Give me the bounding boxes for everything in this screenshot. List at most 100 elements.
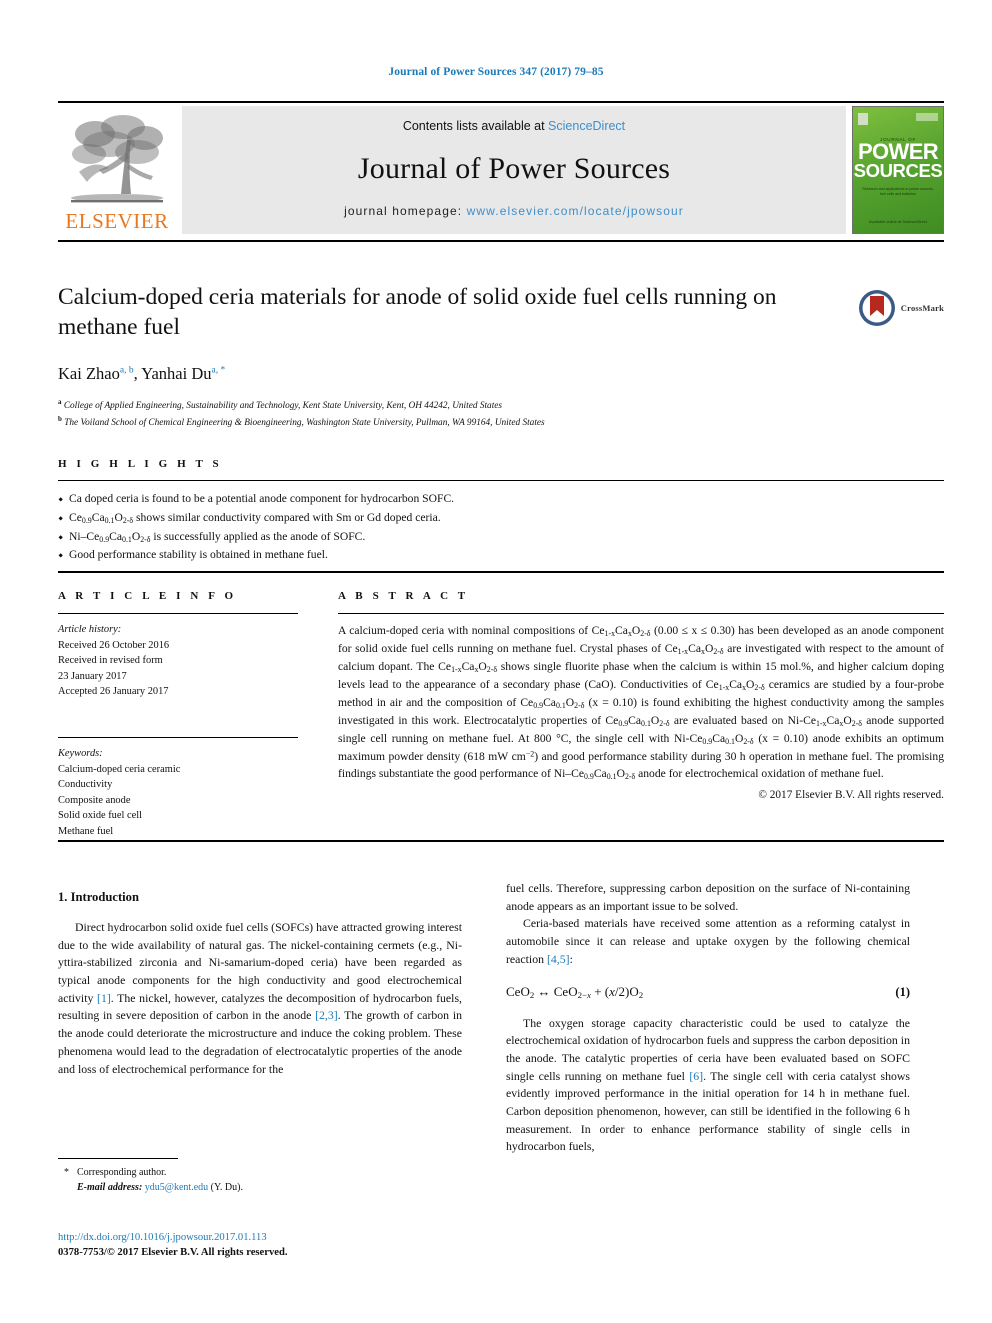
abstract-label: A B S T R A C T: [338, 590, 469, 602]
footnote-star: *: [64, 1167, 69, 1178]
intro-paragraph-3: The oxygen storage capacity characterist…: [506, 1015, 911, 1154]
elsevier-logo[interactable]: ELSEVIER: [58, 106, 176, 234]
doi-link[interactable]: http://dx.doi.org/10.1016/j.jpowsour.201…: [58, 1230, 558, 1245]
author-list: Kai Zhaoa, b, Yanhai Dua, *: [58, 364, 226, 384]
journal-article-page: Journal of Power Sources 347 (2017) 79–8…: [0, 0, 992, 1323]
equation-1-expression: CeO2 ↔ CeO2−x + (x/2)O2: [506, 984, 644, 1001]
highlight-item: Ni–Ce0.9Ca0.1O2-δ is successfully applie…: [58, 528, 944, 547]
issn-rights-line: 0378-7753/© 2017 Elsevier B.V. All right…: [58, 1247, 288, 1259]
article-history-label: Article history:: [58, 624, 122, 635]
abstract-copyright: © 2017 Elsevier B.V. All rights reserved…: [758, 789, 944, 802]
homepage-url[interactable]: www.elsevier.com/locate/jpowsour: [467, 204, 684, 218]
elsevier-tree-icon: [71, 115, 163, 203]
affiliation-text: College of Applied Engineering, Sustaina…: [63, 401, 503, 412]
contents-lists-line: Contents lists available at ScienceDirec…: [403, 119, 625, 133]
section-heading-introduction: 1. Introduction: [58, 890, 139, 904]
highlight-item: Ca doped ceria is found to be a potentia…: [58, 490, 944, 509]
intro-paragraph-continued: fuel cells. Therefore, suppressing carbo…: [506, 881, 910, 913]
keywords-block: Keywords: Calcium-doped ceria ceramic Co…: [58, 746, 298, 840]
reference-link-2-3[interactable]: [2,3]: [315, 1008, 338, 1022]
highlights-list: Ca doped ceria is found to be a potentia…: [58, 490, 944, 565]
journal-banner: ELSEVIER Contents lists available at Sci…: [58, 106, 944, 234]
intro-paragraph-2: Ceria-based materials have received some…: [506, 916, 910, 966]
cover-issn-block: [916, 113, 938, 121]
intro-paragraph-1: Direct hydrocarbon solid oxide fuel cell…: [58, 920, 463, 1076]
highlights-label: H I G H L I G H T S: [58, 458, 223, 470]
cover-title: POWER SOURCES: [853, 139, 943, 182]
keywords-rule: [58, 737, 298, 739]
equation-1-number: (1): [895, 985, 910, 1000]
keyword-item: Conductivity: [58, 779, 113, 791]
article-info-section: A R T I C L E I N F O Article history: R…: [58, 590, 298, 840]
keyword-item: Calcium-doped ceria ceramic: [58, 763, 181, 775]
cover-title-line1: POWER: [857, 139, 939, 164]
cover-subtitle: Research and applications in power sourc…: [862, 187, 934, 197]
cover-footer: Available online at ScienceDirect: [868, 219, 928, 225]
keyword-item: Methane fuel: [58, 826, 114, 838]
reference-link-6[interactable]: [6]: [689, 1069, 703, 1083]
running-head: Journal of Power Sources 347 (2017) 79–8…: [388, 66, 604, 78]
article-info-label: A R T I C L E I N F O: [58, 590, 237, 602]
affiliation-mark: a: [58, 398, 62, 407]
reference-link-1[interactable]: [1]: [97, 991, 111, 1005]
history-item: Received 26 October 2016: [58, 639, 170, 651]
contents-prefix: Contents lists available at: [402, 119, 549, 133]
journal-title: Journal of Power Sources: [357, 151, 671, 185]
reference-link-4-5[interactable]: [4,5]: [547, 952, 570, 966]
email-link[interactable]: ydu5@kent.edu: [145, 1182, 208, 1193]
email-suffix: (Y. Du).: [210, 1182, 243, 1193]
history-item: Received in revised form: [58, 655, 163, 667]
footnote-separator-rule: [58, 1158, 178, 1159]
keyword-item: Solid oxide fuel cell: [58, 810, 142, 822]
corresponding-author-line: * Corresponding author.: [58, 1165, 462, 1180]
body-column-right: fuel cells. Therefore, suppressing carbo…: [506, 880, 910, 1156]
email-label: E-mail address:: [77, 1182, 143, 1193]
article-title: Calcium-doped ceria materials for anode …: [58, 284, 777, 341]
journal-homepage-line: journal homepage: www.elsevier.com/locat…: [344, 204, 684, 218]
author-affil-marks: a, *: [211, 365, 226, 376]
cover-header-row: [858, 113, 938, 125]
affiliations: a College of Applied Engineering, Sustai…: [58, 397, 848, 430]
highlight-item: Ce0.9Ca0.1O2-δ shows similar conductivit…: [58, 509, 944, 528]
journal-cover-thumbnail[interactable]: JOURNAL OF POWER SOURCES Research and ap…: [852, 106, 944, 234]
keywords-label: Keywords:: [58, 748, 103, 760]
title-block: Calcium-doped ceria materials for anode …: [58, 282, 848, 430]
elsevier-wordmark: ELSEVIER: [65, 209, 169, 233]
abstract-rule: [338, 613, 944, 614]
crossmark-badge[interactable]: CrossMark: [857, 288, 944, 328]
affiliation-item: b The Voiland School of Chemical Enginee…: [58, 414, 848, 431]
corresponding-author-footnote: * Corresponding author. E-mail address: y…: [58, 1165, 462, 1195]
corresponding-author-text: Corresponding author.: [77, 1167, 167, 1178]
banner-bottom-rule: [58, 240, 944, 242]
keyword-item: Composite anode: [58, 794, 131, 806]
page-footer: http://dx.doi.org/10.1016/j.jpowsour.201…: [58, 1230, 558, 1261]
email-line: E-mail address: ydu5@kent.edu (Y. Du).: [58, 1180, 462, 1195]
history-item: 23 January 2017: [58, 670, 127, 682]
highlights-bottom-rule: [58, 571, 944, 573]
abstract-section: A B S T R A C T A calcium-doped ceria wi…: [338, 590, 944, 801]
body-column-left: 1. Introduction Direct hydrocarbon solid…: [58, 890, 462, 1078]
author-name[interactable]: Kai Zhao: [58, 364, 120, 383]
author-name[interactable]: Yanhai Du: [141, 364, 211, 383]
sciencedirect-link[interactable]: ScienceDirect: [548, 119, 625, 133]
cover-title-line2: SOURCES: [853, 160, 943, 182]
article-history: Article history: Received 26 October 201…: [58, 622, 298, 700]
affiliation-text: The Voiland School of Chemical Engineeri…: [64, 417, 545, 428]
equation-1: CeO2 ↔ CeO2−x + (x/2)O2 (1): [506, 984, 910, 1000]
author-affil-marks: a, b: [119, 365, 134, 376]
article-info-rule: [58, 613, 298, 614]
crossmark-icon: [858, 290, 895, 326]
cover-elsevier-mark-icon: [858, 113, 868, 125]
highlights-rule: [58, 480, 944, 481]
affiliation-mark: b: [58, 414, 62, 423]
affiliation-item: a College of Applied Engineering, Sustai…: [58, 397, 848, 414]
history-item: Accepted 26 January 2017: [58, 686, 169, 698]
banner-center: Contents lists available at ScienceDirec…: [182, 106, 846, 234]
homepage-prefix: journal homepage:: [344, 204, 467, 218]
abstract-text: A calcium-doped ceria with nominal compo…: [338, 624, 945, 782]
abstract-bottom-rule: [58, 840, 944, 842]
banner-top-rule: [58, 101, 944, 103]
highlights-section: H I G H L I G H T S Ca doped ceria is fo…: [58, 458, 944, 565]
highlight-item: Good performance stability is obtained i…: [58, 546, 944, 565]
